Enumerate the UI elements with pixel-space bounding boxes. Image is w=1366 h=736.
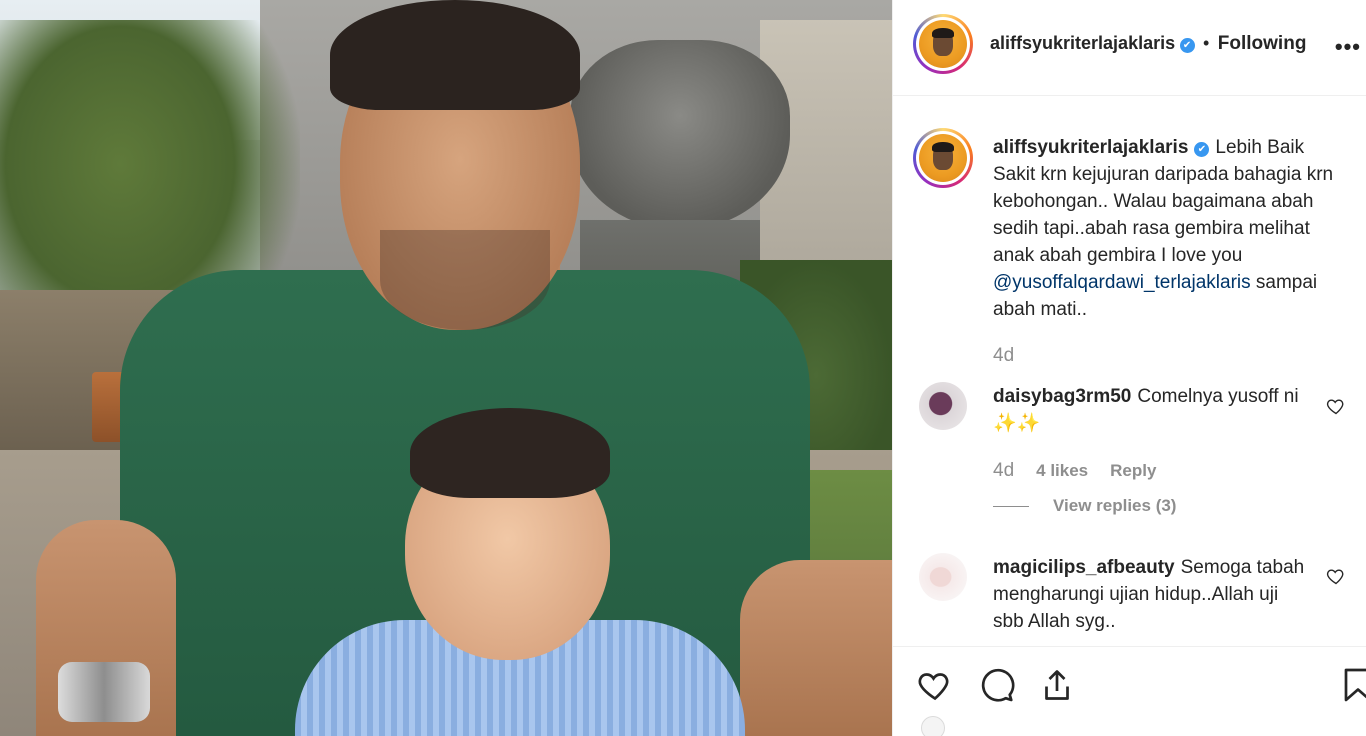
reply-button[interactable]: Reply — [1110, 461, 1156, 481]
photo-baby-hair — [410, 408, 610, 498]
comment-username[interactable]: magicilips_afbeauty — [993, 557, 1175, 578]
view-replies-button[interactable]: View replies (3) — [993, 496, 1176, 516]
post-action-bar — [893, 646, 1366, 736]
verified-badge-icon: ✔ — [1194, 142, 1210, 157]
post-photo[interactable] — [0, 0, 892, 736]
avatar-image — [919, 20, 967, 68]
comment-timestamp[interactable]: 4d — [993, 460, 1014, 482]
comment-meta: 4d 4 likes Reply — [993, 460, 1156, 482]
photo-man-beard — [380, 230, 550, 330]
caption-mention-link[interactable]: @yusoffalqardawi_terlajaklaris — [993, 272, 1251, 293]
liked-by-avatar[interactable] — [921, 716, 945, 736]
caption: aliffsyukriterlajaklaris ✔ Lebih Baik Saki… — [993, 134, 1349, 323]
header-separator: • — [1203, 33, 1210, 53]
following-button[interactable]: Following — [1218, 33, 1307, 54]
verified-badge-icon: ✔ — [1179, 38, 1195, 53]
photo-watch — [58, 662, 150, 722]
post-header: aliffsyukriterlajaklaris ✔ • Following •… — [893, 0, 1366, 96]
header-user-line: aliffsyukriterlajaklaris ✔ • Following — [990, 33, 1306, 55]
avatar-image — [919, 134, 967, 182]
comment-likes-count[interactable]: 4 likes — [1036, 461, 1088, 481]
heart-icon[interactable] — [917, 667, 953, 703]
header-username[interactable]: aliffsyukriterlajaklaris — [990, 33, 1175, 53]
view-replies-label: View replies (3) — [1053, 496, 1177, 515]
photo-man-hair — [330, 0, 580, 110]
photo-right-arm — [740, 560, 892, 736]
photo-urn — [570, 40, 790, 230]
more-options-icon[interactable]: ••• — [1335, 34, 1361, 60]
comment: magicilips_afbeauty Semoga tabah mengharu… — [993, 554, 1313, 635]
comment-like-heart-icon[interactable] — [1326, 396, 1346, 416]
comment: daisybag3rm50 Comelnya yusoff ni ✨✨ — [993, 383, 1313, 437]
comment-icon[interactable] — [979, 667, 1015, 703]
caption-username[interactable]: aliffsyukriterlajaklaris — [993, 137, 1188, 158]
comment-like-heart-icon[interactable] — [1326, 566, 1346, 586]
caption-avatar[interactable] — [913, 128, 973, 188]
comment-avatar[interactable] — [919, 382, 967, 430]
share-icon[interactable] — [1039, 667, 1075, 703]
bookmark-icon[interactable] — [1343, 667, 1366, 703]
post-side-panel: aliffsyukriterlajaklaris ✔ • Following •… — [892, 0, 1366, 736]
comment-avatar[interactable] — [919, 553, 967, 601]
comment-username[interactable]: daisybag3rm50 — [993, 386, 1131, 407]
caption-timestamp[interactable]: 4d — [993, 345, 1014, 367]
divider-line — [993, 505, 1029, 507]
header-avatar[interactable] — [913, 14, 973, 74]
